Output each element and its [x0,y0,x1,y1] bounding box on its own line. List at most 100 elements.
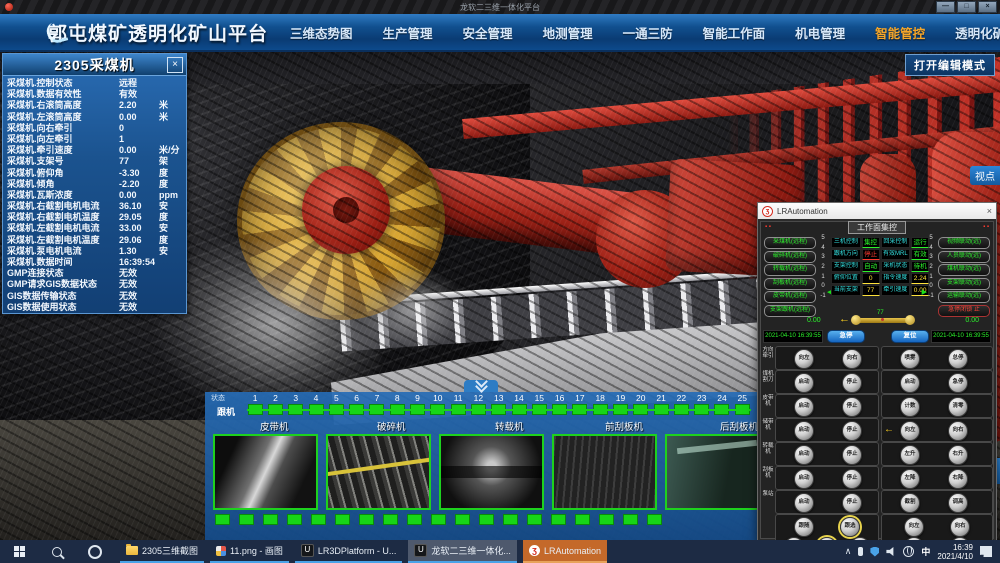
volume-icon[interactable] [886,547,896,556]
start-button[interactable] [0,540,38,563]
linkage-button-right-5[interactable]: 运输联动(远) [938,291,990,303]
support-cell[interactable]: 22 [671,393,691,415]
control-button[interactable]: 左降 [900,469,920,489]
group-button[interactable]: 向右 [950,517,970,537]
taskbar-item-3[interactable]: ULR3DPlatform - U... [295,540,403,563]
camera-thumb-3[interactable] [439,434,544,510]
reset-button[interactable]: 复位 [891,330,929,343]
support-cell[interactable]: 1 [245,393,265,415]
menu-item-3[interactable]: 安全管理 [463,23,513,42]
support-cell[interactable]: 23 [692,393,712,415]
support-cell[interactable]: 5 [326,393,346,415]
control-button[interactable]: 启动 [794,445,814,465]
support-cell[interactable]: 17 [570,393,590,415]
taskbar-item-4[interactable]: U龙软二三维一体化... [408,540,517,563]
lrautomation-close-icon[interactable]: × [987,206,992,216]
control-button[interactable]: 停止 [842,493,862,513]
control-button[interactable]: 启动 [794,373,814,393]
menu-item-1[interactable]: 三维态势图 [290,23,353,42]
linkage-button-left-3[interactable]: 转载机(远程) [764,264,816,276]
taskbar-item-1[interactable]: 2305三维截图 [120,540,204,563]
control-button[interactable]: 计数 [900,397,920,417]
control-button[interactable]: 停止 [842,373,862,393]
support-cell[interactable]: 24 [712,393,732,415]
linkage-button-right-4[interactable]: 支架联动(远) [938,278,990,290]
support-cell[interactable]: 16 [549,393,569,415]
control-button[interactable]: 启动 [794,397,814,417]
linkage-button-left-1[interactable]: 采煤机(远程) [764,237,816,249]
security-shield-icon[interactable] [870,547,879,557]
control-button[interactable]: 喷雾 [900,349,920,369]
support-cell[interactable]: 7 [367,393,387,415]
control-button[interactable]: 停止 [842,421,862,441]
support-cell[interactable]: 3 [286,393,306,415]
control-button[interactable]: 总停 [948,349,968,369]
menu-item-4[interactable]: 地测管理 [543,23,593,42]
control-button[interactable]: 调高 [948,493,968,513]
notification-center-icon[interactable] [980,546,992,557]
support-cell[interactable]: 8 [387,393,407,415]
taskbar-item-2[interactable]: 11.png - 画图 [210,540,289,563]
support-cell[interactable]: 13 [489,393,509,415]
control-button[interactable]: 右降 [948,469,968,489]
menu-item-9[interactable]: 透明化矿山 [955,23,1000,42]
taskbar-item-5[interactable]: ʒLRAutomation [523,540,607,563]
close-button[interactable]: × [978,1,997,13]
control-button[interactable]: 清零 [948,397,968,417]
group-button[interactable]: 跟随 [794,517,814,537]
control-button[interactable]: 向左 [900,421,920,441]
viewpoint-tab[interactable]: 视点 [970,166,1000,185]
support-cell[interactable]: 14 [509,393,529,415]
support-cell[interactable]: 15 [529,393,549,415]
lrautomation-titlebar[interactable]: ʒ LRAutomation × [758,203,996,219]
control-button[interactable]: 停止 [842,397,862,417]
control-button[interactable]: 右升 [948,445,968,465]
control-button[interactable]: 启动 [794,493,814,513]
linkage-button-left-2[interactable]: 破碎机(远程) [764,251,816,263]
control-button[interactable]: 向右 [842,349,862,369]
support-cell[interactable]: 9 [407,393,427,415]
control-button[interactable]: 向左 [794,349,814,369]
menu-item-7[interactable]: 机电管理 [795,23,845,42]
camera-thumb-1[interactable] [213,434,318,510]
control-button[interactable]: 启动 [794,421,814,441]
camera-thumb-2[interactable] [326,434,431,510]
menu-item-8[interactable]: 智能管控 [875,23,925,42]
menu-item-5[interactable]: 一通三防 [623,23,673,42]
group-button[interactable]: 向左 [904,517,924,537]
maximize-button[interactable]: □ [957,1,976,13]
support-cell[interactable]: 20 [631,393,651,415]
linkage-button-right-1[interactable]: 视频联动(远) [938,237,990,249]
support-cell[interactable]: 21 [651,393,671,415]
clock[interactable]: 16:39 2021/4/10 [937,543,973,561]
control-button[interactable]: 左升 [900,445,920,465]
estop-button[interactable]: 急停 [827,330,865,343]
support-cell[interactable]: 25 [732,393,752,415]
linkage-button-left-5[interactable]: 皮带机(远程) [764,291,816,303]
workface-control-tab[interactable]: 工作面集控 [848,221,906,234]
group-button[interactable]: 跟选 [840,517,860,537]
chevron-down-icon[interactable] [464,380,498,392]
camera-thumb-4[interactable] [552,434,657,510]
search-icon[interactable] [38,540,76,563]
linkage-button-left-4[interactable]: 刮板机(远程) [764,278,816,290]
menu-item-2[interactable]: 生产管理 [383,23,433,42]
linkage-button-right-3[interactable]: 煤机联动(远) [938,264,990,276]
menu-item-6[interactable]: 智能工作面 [703,23,766,42]
control-button[interactable]: 急停 [948,373,968,393]
control-button[interactable]: 启动 [900,373,920,393]
support-cell[interactable]: 11 [448,393,468,415]
control-button[interactable]: 截割 [900,493,920,513]
linkage-button-right-2[interactable]: 人员联动(远) [938,251,990,263]
support-cell[interactable]: 4 [306,393,326,415]
ime-indicator[interactable]: 中 [921,545,930,558]
support-cell[interactable]: 6 [346,393,366,415]
support-cell[interactable]: 12 [468,393,488,415]
support-cell[interactable]: 10 [428,393,448,415]
cortana-icon[interactable] [76,540,114,563]
control-button[interactable]: 向右 [948,421,968,441]
control-button[interactable]: 停止 [842,445,862,465]
support-cell[interactable]: 19 [610,393,630,415]
open-edit-mode-button[interactable]: 打开编辑模式 [905,54,995,76]
control-button[interactable]: 停止 [842,469,862,489]
